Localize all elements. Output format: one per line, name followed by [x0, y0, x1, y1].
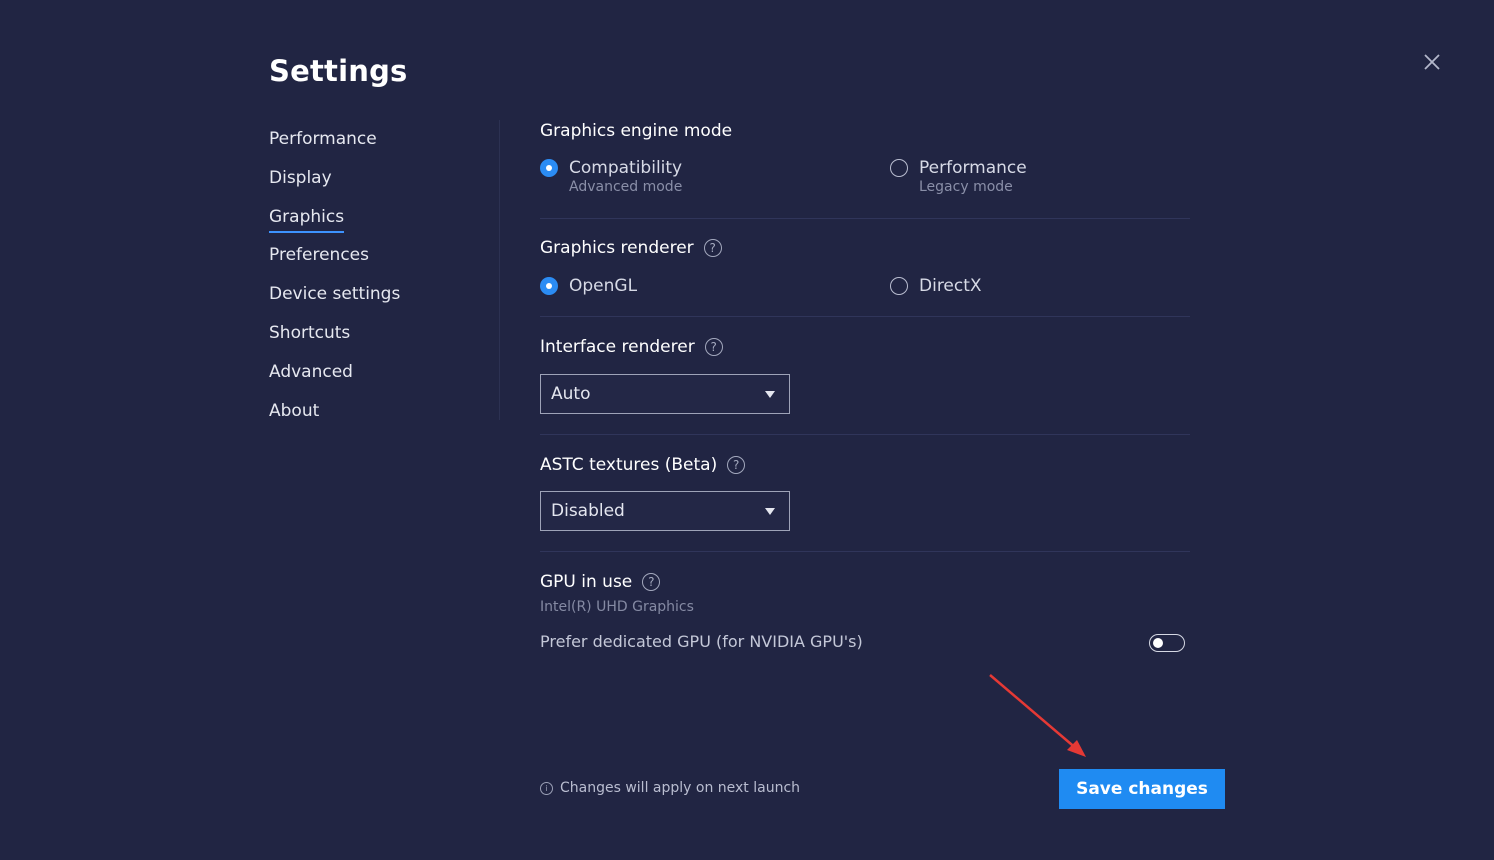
radio-selected-icon [540, 277, 558, 295]
section-title-interface-renderer: Interface renderer ? [540, 337, 723, 357]
radio-opengl[interactable]: OpenGL [540, 276, 637, 296]
sidebar-item-label: About [269, 400, 320, 421]
radio-unselected-icon [890, 277, 908, 295]
section-title-gpu-in-use: GPU in use ? [540, 572, 661, 592]
sidebar-item-label: Advanced [269, 361, 353, 382]
section-title-engine-mode: Graphics engine mode [540, 121, 733, 141]
close-icon[interactable] [1420, 50, 1444, 74]
settings-sidebar: Performance Display Graphics Preferences… [269, 127, 469, 437]
help-icon[interactable]: ? [704, 338, 723, 356]
sidebar-item-performance[interactable]: Performance [269, 127, 469, 166]
sidebar-item-shortcuts[interactable]: Shortcuts [269, 321, 469, 360]
footer-note: i Changes will apply on next launch [540, 780, 800, 796]
annotation-arrow-icon [989, 674, 1086, 757]
chevron-down-icon [765, 508, 775, 515]
prefer-dedicated-gpu-toggle[interactable] [1149, 634, 1185, 652]
sidebar-item-device-settings[interactable]: Device settings [269, 282, 469, 321]
sidebar-item-advanced[interactable]: Advanced [269, 360, 469, 399]
help-icon[interactable]: ? [642, 573, 661, 591]
astc-textures-select[interactable]: Disabled [540, 491, 790, 531]
sidebar-item-display[interactable]: Display [269, 166, 469, 205]
interface-renderer-select[interactable]: Auto [540, 374, 790, 414]
radio-selected-icon [540, 159, 558, 177]
sidebar-item-label: Preferences [269, 245, 369, 266]
sidebar-item-label: Graphics [269, 205, 345, 233]
sidebar-item-label: Performance [269, 129, 377, 149]
section-divider [540, 218, 1190, 219]
save-changes-button[interactable]: Save changes [1059, 769, 1225, 809]
section-divider [540, 316, 1190, 317]
settings-window: Settings Performance Display Graphics Pr… [0, 0, 1494, 860]
sidebar-item-about[interactable]: About [269, 399, 469, 438]
sidebar-item-label: Device settings [269, 284, 401, 305]
sidebar-item-graphics[interactable]: Graphics [269, 205, 469, 244]
radio-performance[interactable]: Performance Legacy mode [890, 158, 1027, 197]
section-divider [540, 551, 1190, 552]
radio-compatibility[interactable]: Compatibility Advanced mode [540, 158, 682, 197]
radio-directx[interactable]: DirectX [890, 276, 982, 296]
sidebar-item-label: Display [269, 167, 332, 188]
help-icon[interactable]: ? [703, 239, 722, 257]
toggle-knob [1153, 638, 1163, 648]
sidebar-item-preferences[interactable]: Preferences [269, 243, 469, 282]
sidebar-item-label: Shortcuts [269, 322, 351, 343]
section-title-astc-textures: ASTC textures (Beta) ? [540, 455, 746, 475]
page-title: Settings [269, 54, 408, 88]
prefer-dedicated-gpu-label: Prefer dedicated GPU (for NVIDIA GPU's) [540, 632, 863, 651]
help-icon[interactable]: ? [727, 456, 746, 474]
radio-unselected-icon [890, 159, 908, 177]
gpu-name: Intel(R) UHD Graphics [540, 599, 694, 615]
sidebar-divider [499, 120, 500, 420]
section-title-graphics-renderer: Graphics renderer ? [540, 238, 722, 258]
section-divider [540, 434, 1190, 435]
info-icon: i [540, 781, 553, 795]
chevron-down-icon [765, 391, 775, 398]
